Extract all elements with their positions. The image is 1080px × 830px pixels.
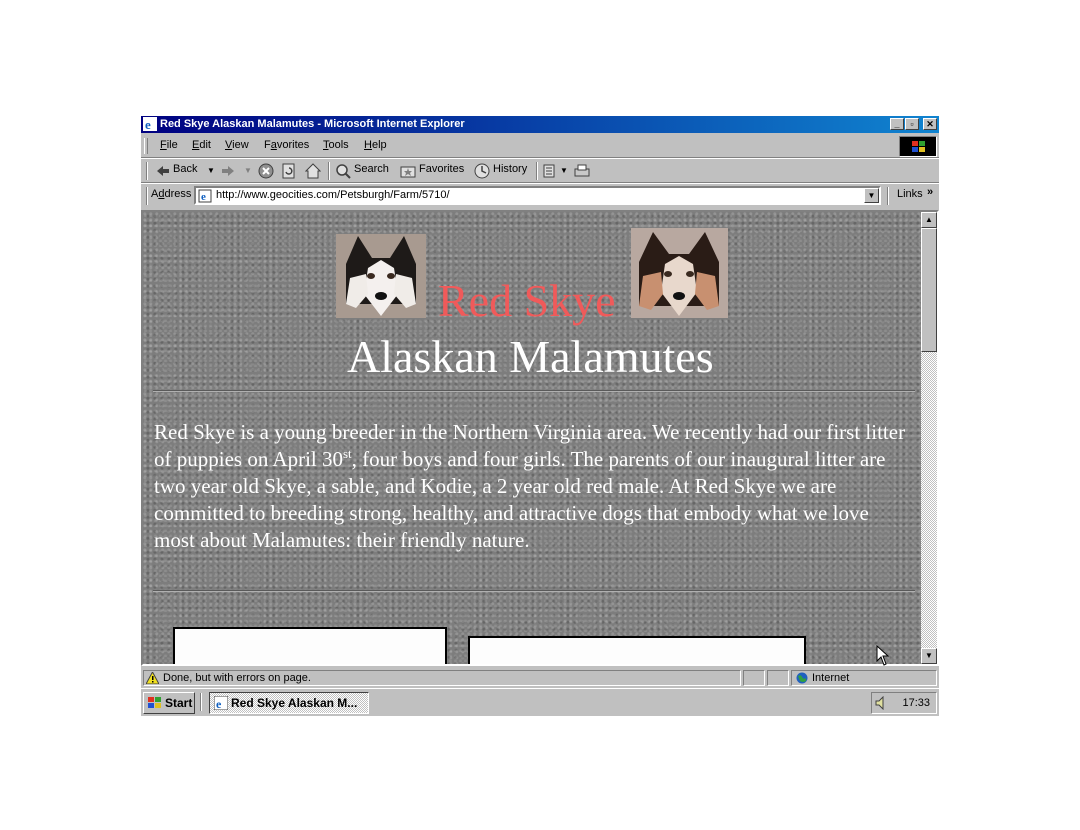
clock[interactable]: 17:33: [902, 697, 930, 709]
toolbar-grip[interactable]: [146, 162, 148, 180]
links-grip[interactable]: [887, 187, 889, 205]
back-arrow-icon[interactable]: [155, 163, 171, 179]
svg-text:e: e: [216, 697, 222, 710]
svg-text:e: e: [201, 191, 206, 203]
taskbar: Start e Red Skye Alaskan M... 17:33: [141, 688, 939, 716]
history-button[interactable]: History: [493, 163, 527, 175]
browser-window: e Red Skye Alaskan Malamutes - Microsoft…: [141, 116, 939, 688]
toolbar-separator: [328, 162, 330, 180]
restore-button[interactable]: ▫: [905, 118, 919, 130]
scroll-up-arrow-icon[interactable]: ▲: [921, 212, 937, 228]
close-button[interactable]: ✕: [923, 118, 937, 130]
start-label: Start: [165, 696, 193, 710]
horizontal-rule: [153, 590, 915, 592]
globe-icon: [796, 672, 808, 684]
refresh-icon[interactable]: [281, 163, 297, 179]
page-icon: e: [198, 189, 212, 203]
status-panel: [743, 670, 765, 686]
standard-toolbar: Back ▼ ▼ Search Favorites History ▼: [141, 159, 939, 183]
home-icon[interactable]: [305, 163, 321, 179]
web-page: Red Skye Alaskan Malamutes Red Skye is a…: [143, 212, 923, 664]
favorites-icon[interactable]: [400, 163, 416, 179]
taskbar-window-label: Red Skye Alaskan M...: [231, 696, 358, 710]
scroll-down-arrow-icon[interactable]: ▼: [921, 648, 937, 664]
address-bar: Address e http://www.geocities.com/Petsb…: [141, 184, 939, 207]
links-button[interactable]: Links: [897, 188, 923, 200]
forward-arrow-icon[interactable]: [220, 163, 236, 179]
search-icon[interactable]: [335, 163, 351, 179]
ie-icon: e: [143, 117, 157, 131]
dog-photo-left: [173, 627, 447, 664]
stop-icon[interactable]: [258, 163, 274, 179]
scroll-thumb[interactable]: [921, 228, 937, 352]
zone-panel: Internet: [791, 670, 937, 686]
back-button[interactable]: Back: [173, 163, 197, 175]
menu-bar: File Edit View Favorites Tools Help: [141, 135, 939, 157]
history-icon[interactable]: [474, 163, 490, 179]
menu-favorites[interactable]: Favorites: [264, 139, 309, 151]
title-bar[interactable]: e Red Skye Alaskan Malamutes - Microsoft…: [141, 116, 939, 133]
status-text-panel: Done, but with errors on page.: [143, 670, 741, 686]
taskbar-separator: [200, 693, 202, 711]
taskbar-window-button[interactable]: e Red Skye Alaskan M...: [209, 692, 369, 714]
chevron-right-icon[interactable]: »: [927, 186, 933, 198]
puppy-photo-left: [336, 234, 426, 318]
system-tray: 17:33: [871, 692, 937, 714]
minimize-button[interactable]: _: [890, 118, 904, 130]
menu-view[interactable]: View: [225, 139, 249, 151]
menu-edit[interactable]: Edit: [192, 139, 211, 151]
favorites-button[interactable]: Favorites: [419, 163, 464, 175]
mouse-cursor-icon: [876, 645, 890, 666]
window-title: Red Skye Alaskan Malamutes - Microsoft I…: [160, 118, 465, 130]
menu-tools[interactable]: Tools: [323, 139, 349, 151]
menu-grip[interactable]: [144, 138, 148, 154]
mail-dropdown-icon[interactable]: ▼: [560, 166, 568, 175]
address-dropdown-icon[interactable]: ▼: [864, 188, 879, 203]
zone-label: Internet: [812, 672, 850, 684]
vertical-scrollbar[interactable]: ▲ ▼: [921, 212, 937, 664]
windows-flag-icon: [148, 697, 161, 708]
horizontal-rule: [153, 390, 915, 392]
back-dropdown-icon[interactable]: ▼: [207, 166, 215, 175]
address-label: Address: [151, 188, 192, 200]
mail-icon[interactable]: [542, 163, 558, 179]
ie-icon: e: [214, 696, 228, 710]
intro-paragraph: Red Skye is a young breeder in the North…: [154, 420, 906, 552]
status-panel: [767, 670, 789, 686]
address-input[interactable]: e http://www.geocities.com/Petsburgh/Far…: [194, 186, 881, 205]
dog-photo-right: [468, 636, 806, 664]
start-button[interactable]: Start: [143, 692, 195, 714]
ie-throbber: [899, 136, 937, 157]
forward-dropdown-icon[interactable]: ▼: [244, 166, 252, 175]
speaker-icon[interactable]: [875, 696, 889, 710]
menu-file[interactable]: File: [160, 139, 178, 151]
page-title-alaskan-malamutes: Alaskan Malamutes: [347, 331, 714, 382]
warning-icon[interactable]: [146, 672, 159, 684]
svg-text:e: e: [145, 117, 151, 131]
print-icon[interactable]: [574, 163, 590, 179]
menu-help[interactable]: Help: [364, 139, 387, 151]
toolbar-separator: [536, 162, 538, 180]
content-viewport: Red Skye Alaskan Malamutes Red Skye is a…: [141, 210, 939, 666]
address-url[interactable]: http://www.geocities.com/Petsburgh/Farm/…: [216, 189, 450, 201]
search-button[interactable]: Search: [354, 163, 389, 175]
status-text: Done, but with errors on page.: [163, 672, 311, 684]
page-title-red-skye: Red Skye: [438, 275, 616, 326]
status-bar: Done, but with errors on page. Internet: [141, 668, 939, 688]
address-grip[interactable]: [146, 187, 148, 205]
windows-logo-icon: [912, 141, 925, 152]
puppy-photo-right: [631, 228, 728, 318]
